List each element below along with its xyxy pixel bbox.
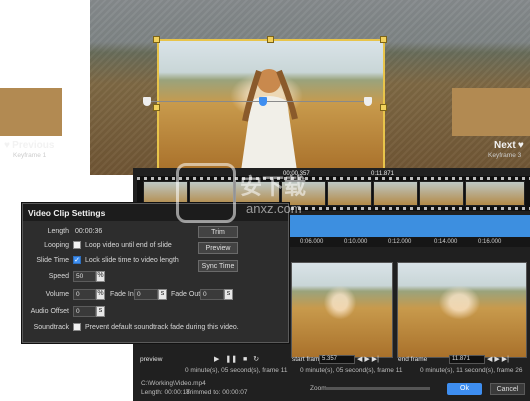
film-frame bbox=[465, 181, 525, 206]
resize-handle[interactable] bbox=[380, 36, 387, 43]
next-keyframe-button[interactable]: Next ♥ bbox=[494, 140, 524, 151]
heart-icon: ♥ bbox=[4, 140, 10, 151]
keyframe-icon[interactable] bbox=[364, 97, 372, 106]
volume-unit: % bbox=[96, 289, 105, 300]
trim-end-time: 0:11.871 bbox=[371, 171, 394, 177]
trimmed-length: Trimmed to: 00:00:07 bbox=[186, 389, 248, 396]
resize-handle[interactable] bbox=[153, 104, 160, 111]
end-frame-controls: ◀ ▶ ▶| bbox=[487, 355, 509, 363]
audio-offset-input[interactable]: 0 bbox=[73, 306, 96, 317]
slide-time-label: Slide Time bbox=[36, 257, 69, 264]
fade-out-input[interactable]: 0 bbox=[200, 289, 224, 300]
length-value: 00:00:36 bbox=[75, 228, 103, 235]
looping-text: Loop video until end of slide bbox=[85, 242, 172, 249]
heart-icon: ♥ bbox=[517, 140, 524, 151]
speed-unit: % bbox=[96, 271, 105, 282]
keyframe-icon[interactable] bbox=[143, 97, 151, 106]
slide-image[interactable] bbox=[157, 39, 385, 173]
cancel-button[interactable]: Cancel bbox=[490, 383, 525, 395]
start-frame-position: 0 minute(s), 05 second(s), frame 11 bbox=[300, 367, 403, 374]
length-label: Length bbox=[47, 228, 69, 235]
zoom-label: Zoom bbox=[310, 385, 327, 392]
ruler-tick: 0:06.000 bbox=[300, 239, 324, 245]
next-label: Next bbox=[494, 140, 516, 151]
fade-in-unit: s bbox=[158, 289, 167, 300]
fade-out-label: Fade Out bbox=[171, 291, 201, 298]
step-back-icon[interactable]: ◀ bbox=[487, 356, 492, 363]
soundtrack-checkbox[interactable] bbox=[73, 323, 81, 331]
previous-label: Previous bbox=[12, 140, 55, 151]
preview-button[interactable]: Preview bbox=[198, 242, 238, 254]
step-back-icon[interactable]: ◀ bbox=[357, 356, 362, 363]
ok-button[interactable]: Ok bbox=[447, 383, 482, 395]
play-icon[interactable]: ▶ bbox=[364, 356, 369, 363]
volume-label: Volume bbox=[45, 291, 69, 298]
previous-sublabel: Keyframe 1 bbox=[13, 152, 47, 159]
volume-input[interactable]: 0 bbox=[73, 289, 96, 300]
looping-label: Looping bbox=[44, 242, 69, 249]
stop-icon[interactable]: ■ bbox=[243, 356, 247, 363]
empty-area bbox=[0, 0, 90, 88]
watermark-logo-icon bbox=[176, 163, 236, 223]
ruler-tick: 0:14.000 bbox=[434, 239, 458, 245]
keyframe-path bbox=[146, 101, 368, 102]
resize-handle[interactable] bbox=[267, 36, 274, 43]
zoom-slider[interactable] bbox=[326, 387, 430, 390]
loop-icon[interactable]: ↻ bbox=[253, 356, 259, 363]
woman-figure bbox=[241, 69, 298, 171]
file-path: C:\Working\Video.mp4 bbox=[141, 380, 206, 387]
slide-time-text: Lock slide time to video length bbox=[85, 257, 179, 264]
soundtrack-text: Prevent default soundtrack fade during t… bbox=[85, 324, 239, 331]
end-frame-preview bbox=[397, 262, 527, 358]
preview-position: 0 minute(s), 05 second(s), frame 11 bbox=[185, 367, 288, 374]
speed-label: Speed bbox=[48, 273, 69, 280]
step-forward-icon[interactable]: ▶| bbox=[372, 356, 379, 363]
watermark-text: 安下载 bbox=[240, 174, 307, 199]
end-frame-label: end frame bbox=[398, 356, 428, 363]
fade-in-input[interactable]: 0 bbox=[134, 289, 158, 300]
audio-offset-label: Audio Offset bbox=[30, 308, 69, 315]
time-ruler: 0:06.000 0:10.000 0:12.000 0:14.000 0:16… bbox=[288, 237, 530, 247]
ruler-tick: 0:10.000 bbox=[344, 239, 368, 245]
end-frame-position: 0 minute(s), 11 second(s), frame 26 bbox=[420, 367, 523, 374]
next-sublabel: Keyframe 3 bbox=[488, 152, 522, 159]
fade-in-label: Fade In bbox=[110, 291, 134, 298]
resize-handle[interactable] bbox=[153, 36, 160, 43]
pause-icon[interactable]: ❚❚ bbox=[225, 356, 237, 363]
previous-keyframe-button[interactable]: ♥ Previous bbox=[4, 140, 54, 151]
play-icon[interactable]: ▶ bbox=[494, 356, 499, 363]
preview-label: preview bbox=[140, 356, 163, 363]
slide-time-checkbox[interactable]: ✓ bbox=[73, 256, 81, 264]
looping-checkbox[interactable] bbox=[73, 241, 81, 249]
start-frame-preview bbox=[291, 262, 393, 358]
watermark: 安下载 anxz.com bbox=[176, 163, 346, 233]
film-frame bbox=[419, 181, 464, 206]
resize-handle[interactable] bbox=[380, 104, 387, 111]
check-icon: ✓ bbox=[74, 257, 80, 264]
ruler-tick: 0:16.000 bbox=[478, 239, 502, 245]
soundtrack-label: Soundtrack bbox=[33, 324, 69, 331]
audio-offset-unit: s bbox=[96, 306, 105, 317]
play-icon[interactable]: ▶ bbox=[214, 356, 219, 363]
next-keyframe-thumb[interactable] bbox=[452, 88, 530, 136]
step-forward-icon[interactable]: ▶| bbox=[502, 356, 509, 363]
clip-length: Length: 00:00:18 bbox=[141, 389, 190, 396]
end-frame-field[interactable]: 11.871 bbox=[449, 355, 485, 364]
play-controls: ▶ ❚❚ ■ ↻ bbox=[214, 355, 259, 363]
film-frame bbox=[373, 181, 418, 206]
keyframe-icon[interactable] bbox=[259, 97, 267, 106]
watermark-subtext: anxz.com bbox=[246, 201, 302, 216]
previous-keyframe-thumb[interactable] bbox=[0, 88, 62, 136]
start-frame-controls: ◀ ▶ ▶| bbox=[357, 355, 379, 363]
sync-time-button[interactable]: Sync Time bbox=[198, 260, 238, 272]
ruler-tick: 0:12.000 bbox=[388, 239, 412, 245]
start-frame-field[interactable]: 5.357 bbox=[319, 355, 355, 364]
fade-out-unit: s bbox=[224, 289, 233, 300]
speed-input[interactable]: 50 bbox=[73, 271, 96, 282]
